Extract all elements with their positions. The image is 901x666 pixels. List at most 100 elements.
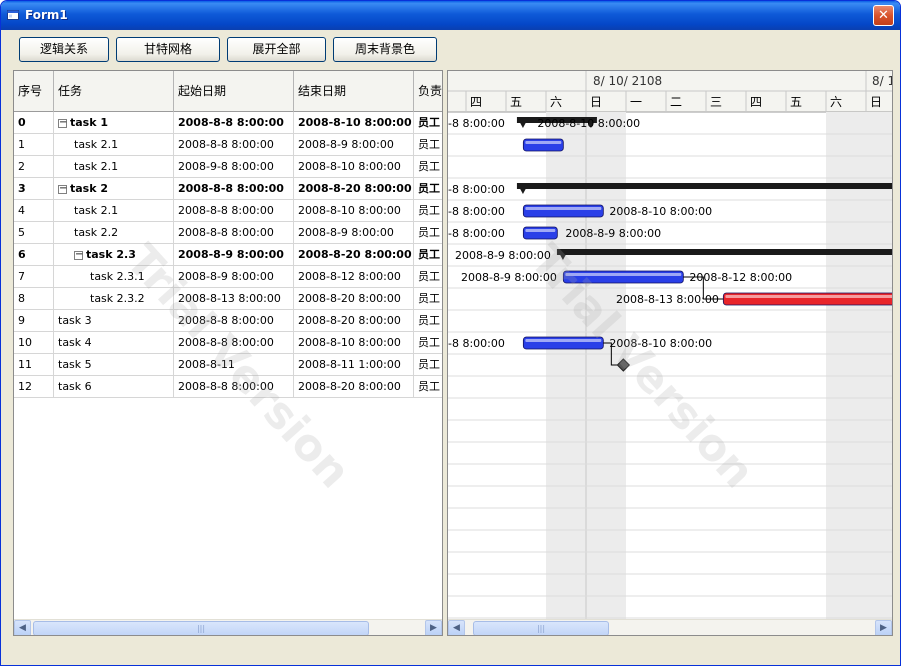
cell-text: 2008-8-8 8:00:00 [178,116,284,129]
table-row[interactable]: 7 task 2.3.1 2008-8-9 8:00:00 2008-8-12 8:0… [14,266,442,288]
cell-text: 4 [18,204,25,217]
gantt-scroll-right-button[interactable]: ▶ [875,620,892,635]
day-label: 日 [590,95,602,109]
table-row[interactable]: 8 task 2.3.2 2008-8-13 8:00:00 2008-8-20 8:… [14,288,442,310]
cell-text: 2008-8-11 1:00:00 [298,358,401,371]
cell-text: 2008-8-9 8:00:00 [178,248,284,261]
cell-text: 2008-8-11 [178,358,235,371]
table-row[interactable]: 2 task 2.1 2008-9-8 8:00:00 2008-8-10 8:00:… [14,156,442,178]
weekend-background-button[interactable]: 周末背景色 [333,37,437,62]
cell-end: 2008-8-20 8:00:00 [294,376,414,397]
collapse-icon[interactable]: − [74,249,83,260]
gantt-scroll-thumb[interactable]: ||| [473,621,609,635]
cell-end: 2008-8-20 8:00:00 [294,310,414,331]
cell-end: 2008-8-10 8:00:00 [294,332,414,353]
week-label: 8/ 10/ 2108 [593,74,662,88]
task-bar[interactable] [562,270,684,284]
cell-end: 2008-8-10 8:00:00 [294,156,414,177]
table-row[interactable]: 6 − task 2.3 2008-8-9 8:00:00 2008-8-20 8:00… [14,244,442,266]
cell-text: 2008-8-13 8:00:00 [178,292,281,305]
day-label: 一 [630,95,642,109]
gantt-scroll-left-button[interactable]: ◀ [448,620,465,635]
cell-end: 2008-8-11 1:00:00 [294,354,414,375]
cell-owner: 员工 [414,376,442,397]
column-header-task[interactable]: 任务 [54,71,174,112]
cell-text: 2008-8-10 8:00:00 [298,160,401,173]
cell-text: 2008-8-8 8:00:00 [178,314,274,327]
arrow-right-icon: ▶ [880,623,887,633]
scroll-left-button[interactable]: ◀ [14,620,31,635]
table-row[interactable]: 10 task 4 2008-8-8 8:00:00 2008-8-10 8:00:0… [14,332,442,354]
cell-text: 员工 [418,270,440,283]
cell-no: 1 [14,134,54,155]
cell-text: 2008-8-8 8:00:00 [178,138,274,151]
cell-text: 员工 [418,314,440,327]
table-row[interactable]: 5 task 2.2 2008-8-8 8:00:00 2008-8-9 8:00:0… [14,222,442,244]
logic-relation-button[interactable]: 逻辑关系 [19,37,109,62]
gantt-grid-button[interactable]: 甘特网格 [116,37,220,62]
column-header-end[interactable]: 结束日期 [294,71,414,112]
cell-text: 2 [18,160,25,173]
gantt-canvas[interactable]: 四 五 六 日 一 二 三 四 五 六 日 8/ 10/ 2108 8/ 1 -8 8:00:00 2008… [448,71,892,619]
cell-text: 6 [18,248,26,261]
grip-icon: ||| [196,624,206,633]
task-bar[interactable] [522,226,558,240]
cell-owner: 员工 [414,200,442,221]
cell-text: 7 [18,270,25,283]
day-label: 四 [470,95,482,109]
cell-end: 2008-8-20 8:00:00 [294,288,414,309]
cell-text: 2008-8-8 8:00:00 [178,380,274,393]
task-bar[interactable] [722,292,892,306]
column-header-start[interactable]: 起始日期 [174,71,294,112]
cell-text: 0 [18,116,26,129]
summary-bar[interactable] [556,249,892,255]
task-bar-highlight [525,207,602,210]
cell-text: 2008-8-9 8:00:00 [298,138,394,151]
cell-start: 2008-8-8 8:00:00 [174,332,294,353]
close-icon: ✕ [878,8,889,23]
cell-owner: 员工 [414,266,442,287]
cell-no: 2 [14,156,54,177]
cell-text: task 2.3 [86,248,136,261]
task-bar[interactable] [522,336,604,350]
table-row[interactable]: 4 task 2.1 2008-8-8 8:00:00 2008-8-10 8:00:… [14,200,442,222]
cell-text: 2008-8-10 8:00:00 [298,204,401,217]
cell-no: 4 [14,200,54,221]
cell-text: 2008-8-8 8:00:00 [178,204,274,217]
cell-text: task 2.1 [74,160,119,173]
form1-window: Form1 ✕ 逻辑关系 甘特网格 展开全部 周末背景色 序号 任务 起始日期 … [0,0,901,666]
cell-text: 9 [18,314,25,327]
table-row[interactable]: 1 task 2.1 2008-8-8 8:00:00 2008-8-9 8:00:0… [14,134,442,156]
gantt-horizontal-scrollbar[interactable]: ◀ ||| ▶ [448,619,892,635]
table-row[interactable]: 11 task 5 2008-8-11 2008-8-11 1:00:00 员工 [14,354,442,376]
arrow-left-icon: ◀ [453,623,460,633]
task-bar[interactable] [522,138,564,152]
task-grid[interactable]: 序号 任务 起始日期 结束日期 负责 0− task 1 2008-8-8 8:00… [13,70,443,636]
table-row[interactable]: 0 − task 1 2008-8-8 8:00:00 2008-8-10 8:00:0… [14,112,442,134]
table-row[interactable]: 9 task 3 2008-8-8 8:00:00 2008-8-20 8:00:00… [14,310,442,332]
cell-owner: 员工 [414,288,442,309]
collapse-icon[interactable]: − [58,183,67,194]
task-bar[interactable] [522,204,604,218]
bar-start-label: -8 8:00:00 [448,227,505,240]
cell-text: 2008-8-10 8:00:00 [298,336,401,349]
cell-text: 5 [18,226,25,239]
gantt-chart[interactable]: 四 五 六 日 一 二 三 四 五 六 日 8/ 10/ 2108 8/ 1 -8 8:00:00 2008… [447,70,893,636]
scroll-thumb[interactable]: ||| [33,621,369,635]
close-button[interactable]: ✕ [873,5,894,26]
cell-text: 员工 [418,138,440,151]
expand-all-button[interactable]: 展开全部 [227,37,326,62]
cell-task: − task 2.3 [54,244,174,265]
column-header-no[interactable]: 序号 [14,71,54,112]
table-row[interactable]: 3 − task 2 2008-8-8 8:00:00 2008-8-20 8:00:0… [14,178,442,200]
table-row[interactable]: 12 task 6 2008-8-8 8:00:00 2008-8-20 8:00:0… [14,376,442,398]
cell-owner: 员工 [414,156,442,177]
column-header-owner[interactable]: 负责 [414,71,442,112]
summary-bar[interactable] [516,183,892,189]
scroll-right-button[interactable]: ▶ [425,620,442,635]
collapse-icon[interactable]: − [58,117,67,128]
title-bar[interactable]: Form1 ✕ [1,1,900,30]
cell-end: 2008-8-20 8:00:00 [294,244,414,265]
grid-horizontal-scrollbar[interactable]: ◀ ||| ▶ [14,619,442,635]
cell-text: 员工 [418,336,440,349]
